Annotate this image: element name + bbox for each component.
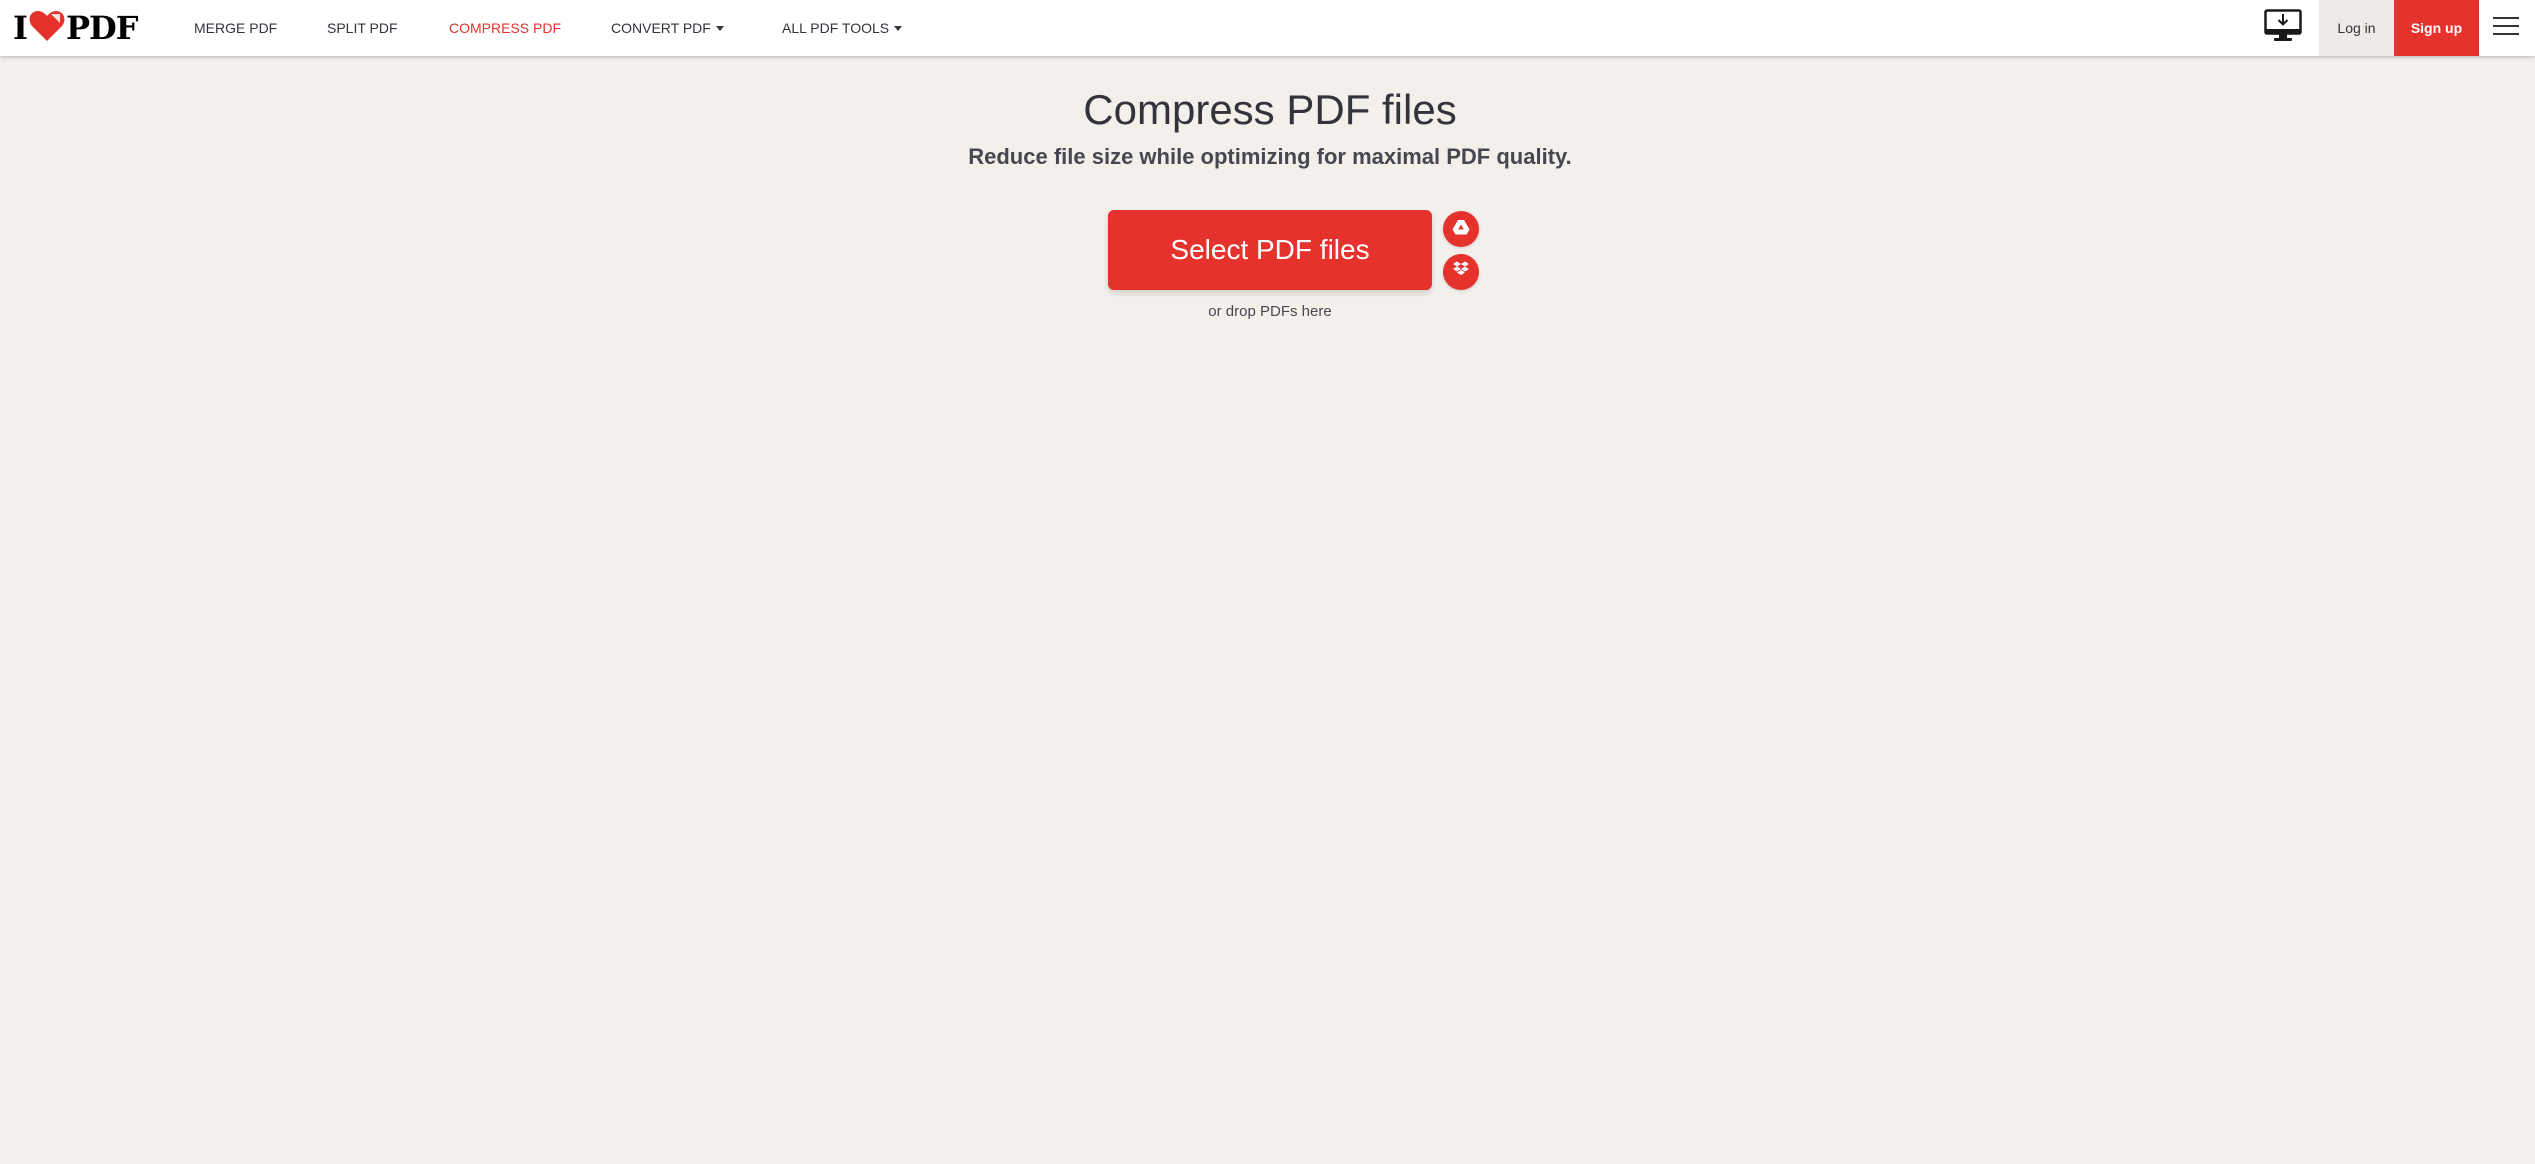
nav-all-pdf-tools-label: ALL PDF TOOLS bbox=[782, 20, 890, 36]
select-pdf-files-button[interactable]: Select PDF files bbox=[1108, 210, 1432, 290]
ilovepdf-logo[interactable]: I PDF bbox=[13, 8, 138, 48]
page-subtitle: Reduce file size while optimizing for ma… bbox=[968, 144, 1572, 169]
dropbox-button[interactable] bbox=[1443, 254, 1479, 290]
hamburger-menu-icon bbox=[2493, 16, 2519, 41]
chevron-down-icon bbox=[715, 26, 724, 31]
drop-zone-hint: or drop PDFs here bbox=[1208, 303, 1332, 320]
desktop-app-button[interactable] bbox=[2262, 8, 2304, 48]
nav-split-pdf-label: SPLIT PDF bbox=[327, 20, 398, 36]
main-menu-button[interactable] bbox=[2491, 14, 2521, 42]
google-drive-button[interactable] bbox=[1443, 211, 1479, 247]
select-pdf-files-label: Select PDF files bbox=[1170, 234, 1370, 265]
signup-button[interactable]: Sign up bbox=[2394, 0, 2479, 56]
chevron-down-icon bbox=[894, 26, 903, 31]
logo-text-pdf: PDF bbox=[65, 9, 139, 47]
desktop-download-icon bbox=[2264, 8, 2302, 48]
logo-letter-i: I bbox=[13, 9, 28, 47]
page-title: Compress PDF files bbox=[1083, 86, 1457, 133]
login-button[interactable]: Log in bbox=[2319, 0, 2394, 56]
heart-icon bbox=[29, 10, 65, 47]
nav-merge-pdf-label: MERGE PDF bbox=[194, 20, 278, 36]
signup-label: Sign up bbox=[2410, 20, 2463, 36]
login-label: Log in bbox=[2337, 20, 2376, 36]
tool-workspace: Compress PDF files Reduce file size whil… bbox=[0, 56, 2535, 1164]
google-drive-icon bbox=[1452, 219, 1470, 240]
nav-all-pdf-tools[interactable]: ALL PDF TOOLS bbox=[782, 0, 903, 56]
nav-merge-pdf[interactable]: MERGE PDF bbox=[194, 0, 277, 56]
nav-compress-pdf[interactable]: COMPRESS PDF bbox=[449, 0, 561, 56]
nav-convert-pdf[interactable]: CONVERT PDF bbox=[611, 0, 724, 56]
nav-split-pdf[interactable]: SPLIT PDF bbox=[327, 0, 398, 56]
top-navigation-bar: I PDF MERGE PDF SPLIT PDF COMPRESS PDF C… bbox=[0, 0, 2535, 56]
nav-convert-pdf-label: CONVERT PDF bbox=[611, 20, 711, 36]
dropbox-icon bbox=[1452, 261, 1470, 283]
nav-compress-pdf-label: COMPRESS PDF bbox=[449, 20, 562, 36]
